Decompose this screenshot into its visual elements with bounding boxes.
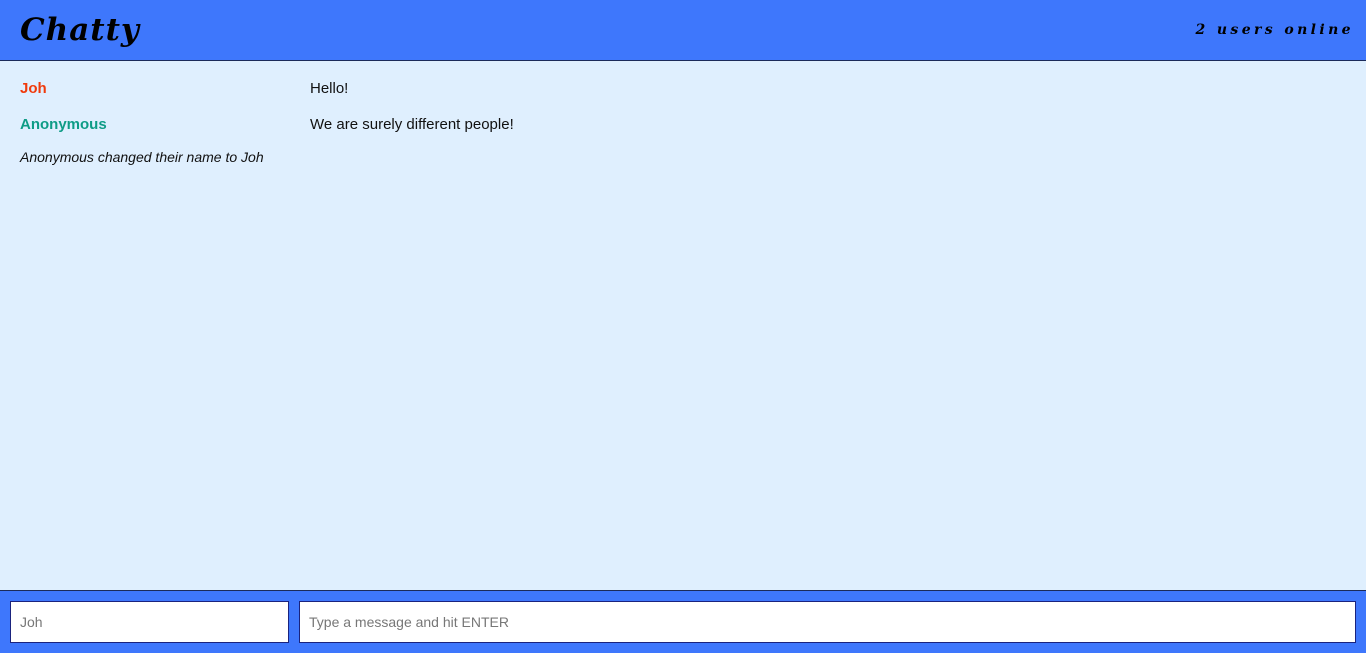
navbar: Chatty 2 users online [0,0,1366,61]
message-input[interactable] [299,601,1356,643]
app-brand[interactable]: Chatty [20,12,140,48]
username-input[interactable] [10,601,289,643]
chat-composer [0,590,1366,653]
message-content: We are surely different people! [310,116,514,133]
message-item: Joh Hello! [20,77,1346,113]
users-online-count: 2 users online [1195,22,1354,38]
message-username: Anonymous [20,116,107,133]
message-username: Joh [20,80,47,97]
message-list: Joh Hello! Anonymous We are surely diffe… [0,61,1366,590]
message-content: Hello! [310,80,349,97]
notification-text: Anonymous changed their name to Joh [20,149,264,165]
system-notification: Anonymous changed their name to Joh [20,149,1346,185]
message-item: Anonymous We are surely different people… [20,113,1346,149]
